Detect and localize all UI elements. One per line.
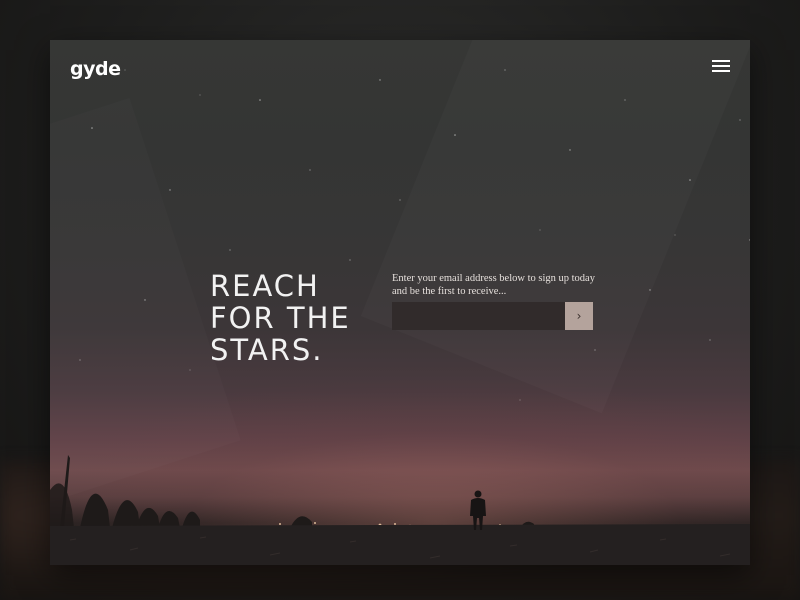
hamburger-menu-icon[interactable] <box>712 60 730 74</box>
headline-line: STARS. <box>210 333 324 367</box>
menu-line <box>712 70 730 72</box>
chevron-right-icon: › <box>576 309 582 323</box>
headline-line: FOR THE <box>210 301 351 335</box>
email-field[interactable] <box>392 302 565 330</box>
menu-line <box>712 65 730 67</box>
brand-logo[interactable]: gyde <box>70 58 121 80</box>
signup-description: Enter your email address below to sign u… <box>392 273 595 297</box>
hero-frame: gyde REACH FOR THE STARS. Enter your ema… <box>50 40 750 565</box>
submit-button[interactable]: › <box>565 302 593 330</box>
horizon-landscape <box>50 455 750 565</box>
headline-line: REACH <box>210 269 320 303</box>
menu-line <box>712 60 730 62</box>
hero-headline: REACH FOR THE STARS. <box>210 270 351 366</box>
